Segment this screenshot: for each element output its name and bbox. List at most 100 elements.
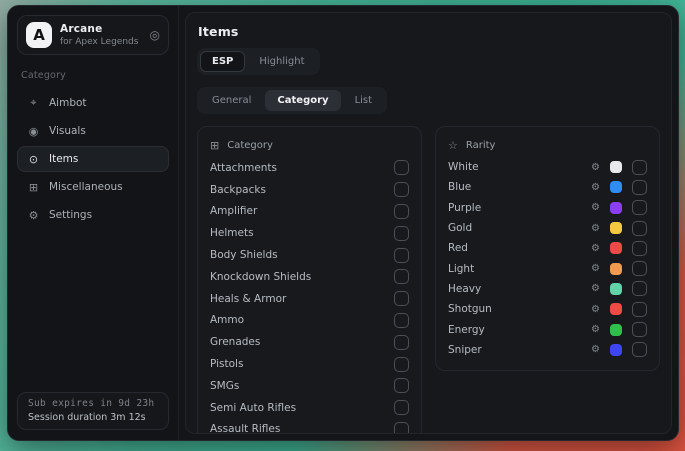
gear-icon[interactable]: ⚙	[591, 162, 600, 173]
color-swatch[interactable]	[610, 344, 622, 356]
gear-icon[interactable]: ⚙	[591, 283, 600, 294]
rarity-checkbox[interactable]	[632, 241, 647, 256]
color-swatch[interactable]	[610, 263, 622, 275]
gear-icon[interactable]: ⚙	[591, 243, 600, 254]
gear-icon[interactable]: ⚙	[591, 263, 600, 274]
category-checkbox[interactable]	[394, 160, 409, 175]
category-row: Assault Rifles	[210, 419, 409, 434]
rarity-panel: ☆ Rarity White ⚙ Blue	[435, 126, 660, 371]
category-label: Ammo	[210, 314, 394, 326]
sidebar-item[interactable]: ⊙ Items	[17, 146, 169, 172]
category-row: Amplifier	[210, 201, 409, 223]
rarity-row: Gold ⚙	[448, 218, 647, 238]
view-tabs: General Category List	[197, 87, 387, 114]
color-swatch[interactable]	[610, 202, 622, 214]
sidebar-item[interactable]: ⚙ Settings	[17, 202, 169, 228]
color-swatch[interactable]	[610, 303, 622, 315]
color-swatch[interactable]	[610, 181, 622, 193]
view-tab[interactable]: General	[200, 90, 263, 111]
target-icon[interactable]: ◎	[150, 28, 160, 42]
category-checkbox[interactable]	[394, 357, 409, 372]
color-swatch[interactable]	[610, 222, 622, 234]
category-checkbox[interactable]	[394, 204, 409, 219]
category-row: Backpacks	[210, 179, 409, 201]
category-checkbox[interactable]	[394, 248, 409, 263]
main-content: Items ESP Highlight General Category Lis…	[185, 12, 672, 434]
color-swatch[interactable]	[610, 161, 622, 173]
rarity-row: Light ⚙	[448, 258, 647, 278]
rarity-checkbox[interactable]	[632, 322, 647, 337]
category-panel: ⊞ Category Attachments Backpacks	[197, 126, 422, 434]
category-label: Backpacks	[210, 184, 394, 196]
app-subtitle: for Apex Legends	[60, 37, 142, 47]
gear-icon[interactable]: ⚙	[591, 223, 600, 234]
gear-icon: ⚙	[27, 209, 40, 222]
category-checkbox[interactable]	[394, 226, 409, 241]
gear-icon[interactable]: ⚙	[591, 202, 600, 213]
mode-tab[interactable]: Highlight	[247, 51, 316, 72]
category-row: Grenades	[210, 331, 409, 353]
box-icon: ⊙	[27, 153, 40, 166]
color-swatch[interactable]	[610, 283, 622, 295]
view-tab[interactable]: List	[343, 90, 384, 111]
category-label: Heals & Armor	[210, 293, 394, 305]
sidebar-item[interactable]: ◉ Visuals	[17, 118, 169, 144]
sub-expires-text: Sub expires in 9d 23h	[28, 398, 158, 409]
panels-row: ⊞ Category Attachments Backpacks	[197, 126, 660, 433]
rarity-row: Heavy ⚙	[448, 279, 647, 299]
category-row: Ammo	[210, 310, 409, 332]
category-label: Body Shields	[210, 249, 394, 261]
category-row: Attachments	[210, 157, 409, 179]
category-row: Body Shields	[210, 244, 409, 266]
sidebar-item-label: Aimbot	[49, 97, 87, 109]
category-label: Semi Auto Rifles	[210, 402, 394, 414]
rarity-row: Blue ⚙	[448, 177, 647, 197]
rarity-checkbox[interactable]	[632, 281, 647, 296]
category-checkbox[interactable]	[394, 400, 409, 415]
grid-icon: ⊞	[27, 181, 40, 194]
rarity-label: Red	[448, 242, 591, 254]
category-label: Helmets	[210, 227, 394, 239]
color-swatch[interactable]	[610, 242, 622, 254]
view-tab[interactable]: Category	[265, 90, 340, 111]
rarity-label: Light	[448, 263, 591, 275]
mode-tab[interactable]: ESP	[200, 51, 245, 72]
category-checkbox[interactable]	[394, 269, 409, 284]
rarity-checkbox[interactable]	[632, 180, 647, 195]
category-checkbox[interactable]	[394, 378, 409, 393]
category-checkbox[interactable]	[394, 313, 409, 328]
category-panel-title: Category	[227, 140, 273, 151]
category-checkbox[interactable]	[394, 182, 409, 197]
category-label: Knockdown Shields	[210, 271, 394, 283]
rarity-checkbox[interactable]	[632, 221, 647, 236]
sidebar-item[interactable]: ⊞ Miscellaneous	[17, 174, 169, 200]
rarity-row: Sniper ⚙	[448, 340, 647, 360]
sidebar-nav: ⌖ Aimbot ◉ Visuals ⊙ Items ⊞ Miscellaneo…	[17, 90, 169, 230]
gear-icon[interactable]: ⚙	[591, 304, 600, 315]
rarity-row: White ⚙	[448, 157, 647, 177]
sidebar-item[interactable]: ⌖ Aimbot	[17, 90, 169, 116]
mode-tabs: ESP Highlight	[197, 48, 320, 75]
category-row: SMGs	[210, 375, 409, 397]
rarity-checkbox[interactable]	[632, 302, 647, 317]
app-window: A Arcane for Apex Legends ◎ Category ⌖ A…	[7, 5, 679, 441]
rarity-label: Sniper	[448, 344, 591, 356]
rarity-checkbox[interactable]	[632, 342, 647, 357]
rarity-label: Blue	[448, 181, 591, 193]
category-checkbox[interactable]	[394, 335, 409, 350]
rarity-list: White ⚙ Blue ⚙	[448, 157, 647, 360]
rarity-checkbox[interactable]	[632, 261, 647, 276]
category-checkbox[interactable]	[394, 422, 409, 434]
color-swatch[interactable]	[610, 324, 622, 336]
gear-icon[interactable]: ⚙	[591, 324, 600, 335]
rarity-panel-header: ☆ Rarity	[448, 139, 647, 152]
category-checkbox[interactable]	[394, 291, 409, 306]
rarity-label: White	[448, 161, 591, 173]
category-list: Attachments Backpacks Amplifier	[210, 157, 409, 434]
category-row: Pistols	[210, 353, 409, 375]
gear-icon[interactable]: ⚙	[591, 344, 600, 355]
rarity-checkbox[interactable]	[632, 160, 647, 175]
gear-icon[interactable]: ⚙	[591, 182, 600, 193]
rarity-checkbox[interactable]	[632, 200, 647, 215]
category-label: Grenades	[210, 336, 394, 348]
